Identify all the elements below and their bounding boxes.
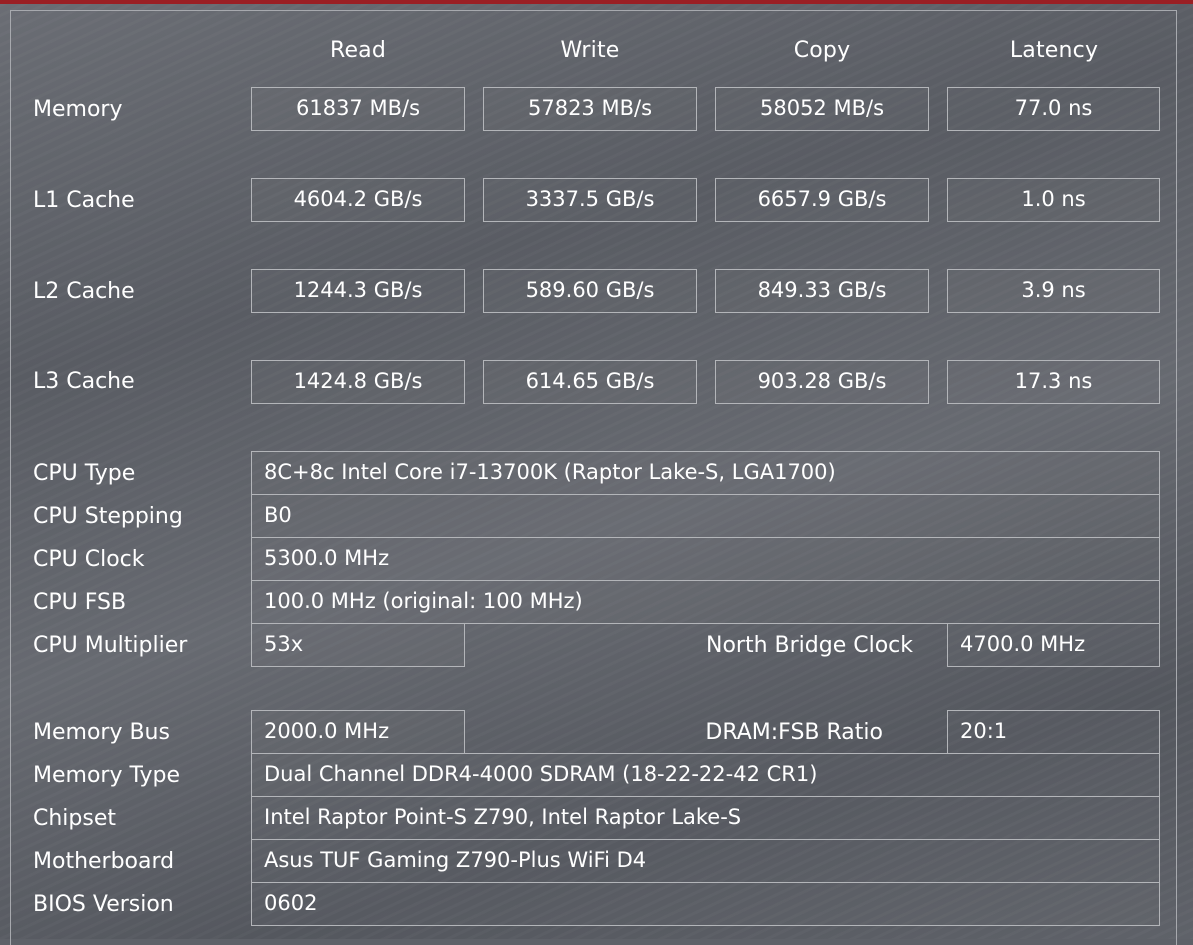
dram-fsb-ratio-label: DRAM:FSB Ratio [705, 720, 883, 745]
column-header-latency: Latency [1009, 38, 1099, 63]
motherboard-value: Asus TUF Gaming Z790-Plus WiFi D4 [251, 839, 1160, 883]
column-header-read: Read [329, 38, 387, 63]
l2-write-value: 589.60 GB/s [483, 269, 697, 313]
l3-latency-value: 17.3 ns [947, 360, 1160, 404]
chipset-value: Intel Raptor Point-S Z790, Intel Raptor … [251, 796, 1160, 840]
l3-read-value: 1424.8 GB/s [251, 360, 465, 404]
memory-bus-label: Memory Bus [33, 720, 170, 745]
memory-type-value: Dual Channel DDR4-4000 SDRAM (18-22-22-4… [251, 753, 1160, 797]
memory-copy-value: 58052 MB/s [715, 87, 929, 131]
cpu-multiplier-label: CPU Multiplier [33, 633, 188, 658]
column-header-write: Write [560, 38, 620, 63]
north-bridge-clock-value: 4700.0 MHz [947, 623, 1160, 667]
row-label-l2-cache: L2 Cache [33, 279, 135, 304]
cpu-multiplier-value: 53x [251, 623, 465, 667]
l1-write-value: 3337.5 GB/s [483, 178, 697, 222]
memory-write-value: 57823 MB/s [483, 87, 697, 131]
memory-read-value: 61837 MB/s [251, 87, 465, 131]
bios-version-label: BIOS Version [33, 892, 174, 917]
row-label-l1-cache: L1 Cache [33, 188, 135, 213]
row-label-memory: Memory [33, 97, 123, 122]
column-header-copy: Copy [793, 38, 851, 63]
chipset-label: Chipset [33, 806, 117, 831]
cpu-clock-value: 5300.0 MHz [251, 537, 1160, 581]
north-bridge-clock-label: North Bridge Clock [705, 633, 913, 658]
memory-latency-value: 77.0 ns [947, 87, 1160, 131]
l2-copy-value: 849.33 GB/s [715, 269, 929, 313]
cpu-fsb-label: CPU FSB [33, 590, 127, 615]
cpu-stepping-value: B0 [251, 494, 1160, 538]
cpu-stepping-label: CPU Stepping [33, 504, 183, 529]
memory-type-label: Memory Type [33, 763, 180, 788]
motherboard-label: Motherboard [33, 849, 175, 874]
memory-bus-value: 2000.0 MHz [251, 710, 465, 754]
cpu-fsb-value: 100.0 MHz (original: 100 MHz) [251, 580, 1160, 624]
l3-copy-value: 903.28 GB/s [715, 360, 929, 404]
l1-latency-value: 1.0 ns [947, 178, 1160, 222]
l1-copy-value: 6657.9 GB/s [715, 178, 929, 222]
l2-latency-value: 3.9 ns [947, 269, 1160, 313]
cpu-clock-label: CPU Clock [33, 547, 145, 572]
bios-version-value: 0602 [251, 882, 1160, 926]
row-label-l3-cache: L3 Cache [33, 369, 135, 394]
l1-read-value: 4604.2 GB/s [251, 178, 465, 222]
l2-read-value: 1244.3 GB/s [251, 269, 465, 313]
dram-fsb-ratio-value: 20:1 [947, 710, 1160, 754]
cpu-type-value: 8C+8c Intel Core i7-13700K (Raptor Lake-… [251, 451, 1160, 495]
cpu-type-label: CPU Type [33, 461, 136, 486]
l3-write-value: 614.65 GB/s [483, 360, 697, 404]
